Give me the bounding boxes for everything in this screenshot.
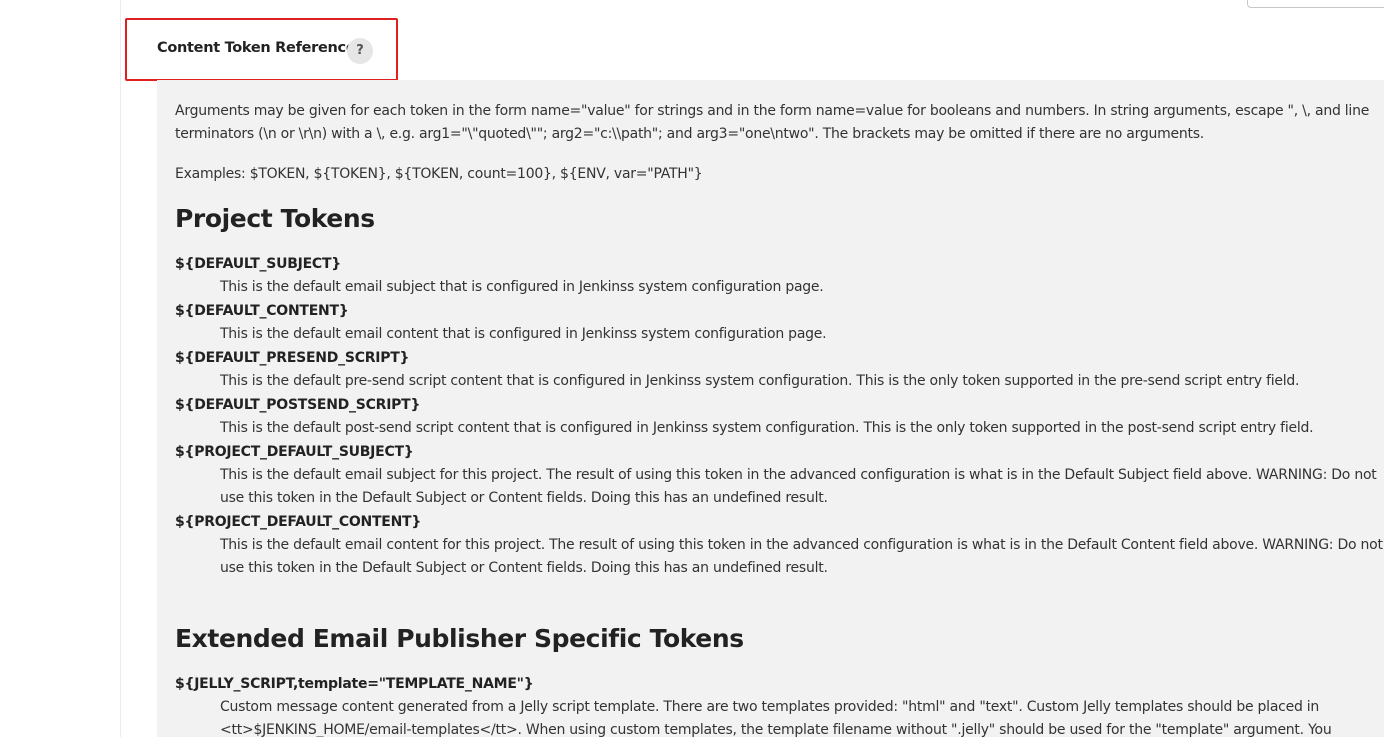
token-name: ${DEFAULT_SUBJECT}: [175, 256, 341, 272]
token-description: This is the default email content for th…: [220, 537, 1383, 576]
sidebar-divider: [120, 0, 121, 737]
token-name: ${PROJECT_DEFAULT_CONTENT}: [175, 514, 422, 530]
token-item: ${PROJECT_DEFAULT_SUBJECT} This is the d…: [175, 440, 1384, 510]
content-token-reference-page: Content Token Reference ? Arguments may …: [0, 0, 1384, 737]
help-content: Arguments may be given for each token in…: [175, 100, 1384, 737]
token-description: This is the default email subject that i…: [220, 279, 824, 295]
token-item: ${DEFAULT_POSTSEND_SCRIPT} This is the d…: [175, 393, 1384, 440]
token-name: ${JELLY_SCRIPT,template="TEMPLATE_NAME"}: [175, 676, 534, 692]
extended-tokens-list: ${JELLY_SCRIPT,template="TEMPLATE_NAME"}…: [175, 672, 1384, 737]
section-title: Content Token Reference: [157, 40, 356, 56]
token-item: ${JELLY_SCRIPT,template="TEMPLATE_NAME"}…: [175, 672, 1384, 737]
project-tokens-list: ${DEFAULT_SUBJECT} This is the default e…: [175, 252, 1384, 580]
token-item: ${DEFAULT_CONTENT} This is the default e…: [175, 299, 1384, 346]
token-name: ${DEFAULT_CONTENT}: [175, 303, 349, 319]
token-description: Custom message content generated from a …: [220, 699, 1332, 737]
token-item: ${PROJECT_DEFAULT_CONTENT} This is the d…: [175, 510, 1384, 580]
token-item: ${DEFAULT_PRESEND_SCRIPT} This is the de…: [175, 346, 1384, 393]
token-name: ${DEFAULT_PRESEND_SCRIPT}: [175, 350, 410, 366]
examples-paragraph: Examples: $TOKEN, ${TOKEN}, ${TOKEN, cou…: [175, 166, 703, 182]
token-description: This is the default pre-send script cont…: [220, 373, 1300, 389]
help-icon[interactable]: ?: [347, 38, 373, 64]
top-right-input-edge[interactable]: [1247, 0, 1384, 8]
token-description: This is the default post-send script con…: [220, 420, 1314, 436]
arguments-paragraph: Arguments may be given for each token in…: [175, 103, 1370, 142]
token-description: This is the default email content that i…: [220, 326, 827, 342]
token-item: ${DEFAULT_SUBJECT} This is the default e…: [175, 252, 1384, 299]
token-description: This is the default email subject for th…: [220, 467, 1377, 506]
token-name: ${DEFAULT_POSTSEND_SCRIPT}: [175, 397, 421, 413]
extended-tokens-heading: Extended Email Publisher Specific Tokens: [175, 624, 744, 653]
token-name: ${PROJECT_DEFAULT_SUBJECT}: [175, 444, 414, 460]
project-tokens-heading: Project Tokens: [175, 204, 375, 233]
